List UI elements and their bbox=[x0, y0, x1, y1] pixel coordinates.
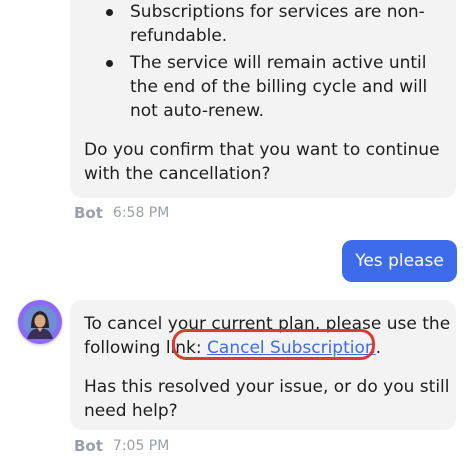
bot-message-bubble: To cancel your current plan, please use … bbox=[70, 300, 456, 430]
timestamp: 7:05 PM bbox=[112, 438, 170, 454]
terms-list: Subscriptions for services are non-refun… bbox=[84, 0, 456, 123]
user-message-text: Yes please bbox=[355, 251, 444, 271]
terms-item: The service will remain active until the… bbox=[84, 51, 456, 123]
follow-up-question: Has this resolved your issue, or do you … bbox=[84, 377, 450, 421]
instruction-suffix: . bbox=[375, 338, 382, 358]
bot-message-bubble: Subscriptions for services are non-refun… bbox=[70, 0, 456, 198]
confirm-question: Do you confirm that you want to continue… bbox=[84, 140, 440, 184]
user-message-bubble: Yes please bbox=[342, 240, 457, 282]
message-meta: Bot 7:05 PM bbox=[74, 437, 169, 455]
message-meta: Bot 6:58 PM bbox=[74, 204, 169, 222]
cancel-instruction: To cancel your current plan, please use … bbox=[84, 312, 456, 360]
avatar-portrait-icon bbox=[23, 305, 57, 339]
terms-item: Subscriptions for services are non-refun… bbox=[84, 0, 456, 48]
cancel-subscription-link[interactable]: Cancel Subscription bbox=[207, 338, 376, 358]
avatar-icon bbox=[18, 300, 62, 344]
timestamp: 6:58 PM bbox=[112, 205, 170, 221]
sender-name: Bot bbox=[74, 437, 103, 455]
sender-name: Bot bbox=[74, 204, 103, 222]
